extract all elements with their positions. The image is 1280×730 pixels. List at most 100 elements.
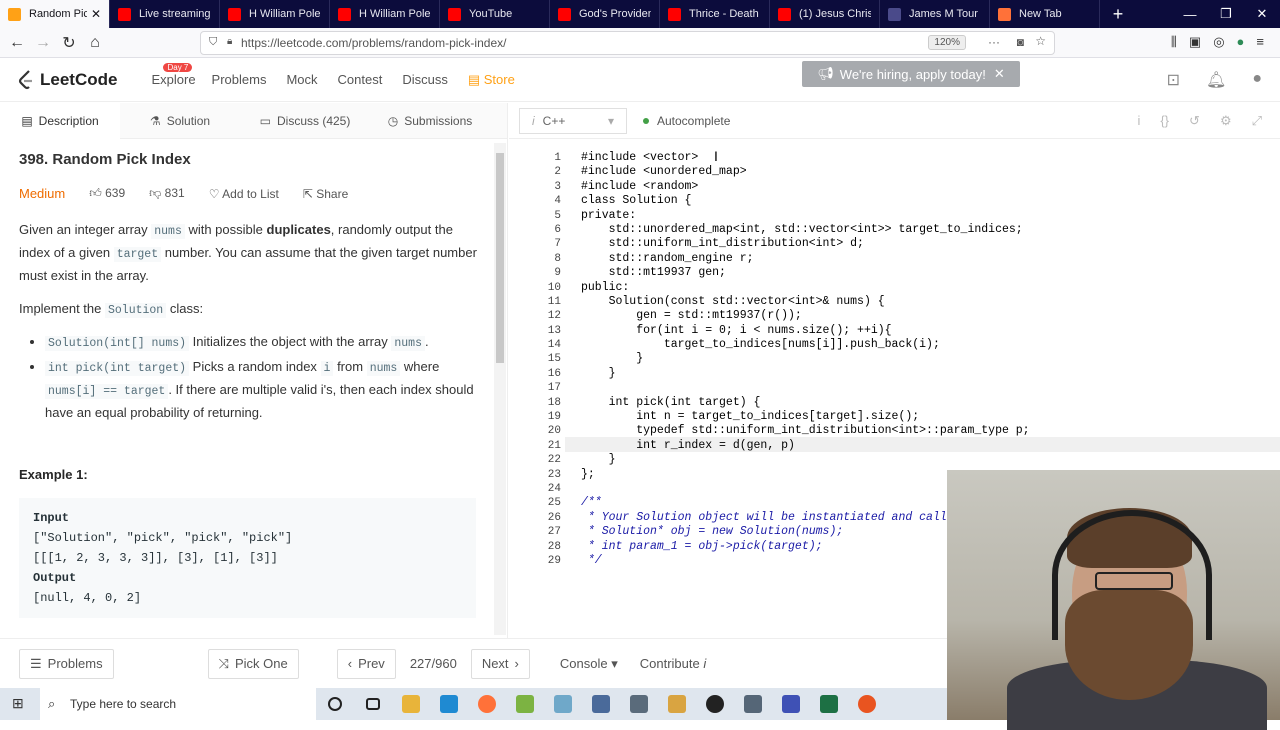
- restore-icon[interactable]: ❐: [1208, 0, 1244, 28]
- code-line[interactable]: #include <vector>: [581, 151, 1030, 165]
- dislike-button[interactable]: 👎︎ 831: [149, 186, 185, 201]
- home-icon[interactable]: ⌂: [82, 34, 108, 52]
- code-line[interactable]: }: [581, 352, 1030, 366]
- code-line[interactable]: int n = target_to_indices[target].size()…: [581, 410, 1030, 424]
- nav-store[interactable]: ▤ Store: [468, 72, 515, 88]
- playground-icon[interactable]: ⊡: [1167, 70, 1180, 90]
- code-line[interactable]: std::uniform_int_distribution<int> d;: [581, 237, 1030, 251]
- code-line[interactable]: typedef std::uniform_int_distribution<in…: [581, 424, 1029, 438]
- browser-tab[interactable]: Random Pick In ✕: [0, 0, 110, 28]
- browser-tab[interactable]: New Tab: [990, 0, 1100, 28]
- user-avatar-icon[interactable]: ●: [1252, 70, 1262, 90]
- calculator-icon[interactable]: [620, 688, 658, 720]
- code-line[interactable]: for(int i = 0; i < nums.size(); ++i){: [581, 324, 1030, 338]
- code-line[interactable]: gen = std::mt19937(r());: [581, 309, 1030, 323]
- code-line[interactable]: target_to_indices[nums[i]].push_back(i);: [581, 338, 1030, 352]
- browser-tab[interactable]: H William Polenz: [330, 0, 440, 28]
- nav-problems[interactable]: Problems: [212, 72, 267, 87]
- paint-icon[interactable]: [582, 688, 620, 720]
- sidebar-icon[interactable]: ▣: [1189, 34, 1201, 50]
- hiring-banner[interactable]: 📢︎ We're hiring, apply today! ✕: [802, 61, 1020, 87]
- browser-tab[interactable]: H William Polenz: [220, 0, 330, 28]
- prev-button[interactable]: ‹ Prev: [336, 648, 396, 679]
- browser-tab[interactable]: YouTube: [440, 0, 550, 28]
- minimize-icon[interactable]: —: [1172, 0, 1208, 28]
- info-icon[interactable]: i: [1137, 113, 1140, 129]
- reload-icon[interactable]: ↻: [56, 33, 82, 53]
- account-icon[interactable]: ◎: [1213, 34, 1224, 50]
- code-line[interactable]: #include <random>: [581, 180, 1030, 194]
- bookmark-star-icon[interactable]: ☆: [1035, 34, 1046, 48]
- ubuntu-icon[interactable]: [848, 688, 886, 720]
- browser-tab[interactable]: God's Providence: [550, 0, 660, 28]
- menu-icon[interactable]: ≡: [1256, 34, 1264, 50]
- vscode-icon[interactable]: [430, 688, 468, 720]
- code-line[interactable]: int pick(int target) {: [581, 396, 1030, 410]
- nav-discuss[interactable]: Discuss: [402, 72, 448, 87]
- close-tab-icon[interactable]: ✕: [91, 7, 101, 21]
- code-line[interactable]: int r_index = d(gen, p): [581, 439, 1030, 453]
- library-icon[interactable]: ⫼: [1171, 34, 1177, 50]
- code-line[interactable]: std::random_engine r;: [581, 252, 1030, 266]
- language-select[interactable]: i C++ ▾: [519, 107, 627, 134]
- code-line[interactable]: public:: [581, 281, 1030, 295]
- nav-contest[interactable]: Contest: [338, 72, 383, 87]
- browser-tab[interactable]: (1) Jesus Christ &: [770, 0, 880, 28]
- code-line[interactable]: }: [581, 367, 1030, 381]
- close-icon[interactable]: ✕: [1244, 0, 1280, 28]
- code-line[interactable]: }: [581, 453, 1030, 467]
- pick-one-button[interactable]: ⤨ Pick One: [207, 648, 299, 679]
- next-button[interactable]: Next ›: [470, 648, 530, 679]
- file-explorer-icon[interactable]: [392, 688, 430, 720]
- close-icon[interactable]: ✕: [994, 66, 1005, 82]
- app-icon[interactable]: [658, 688, 696, 720]
- like-button[interactable]: 👍︎ 639: [89, 186, 125, 201]
- autocomplete-toggle[interactable]: Autocomplete: [643, 114, 730, 128]
- description-scrollbar[interactable]: [494, 143, 506, 635]
- excel-icon[interactable]: [810, 688, 848, 720]
- code-line[interactable]: std::unordered_map<int, std::vector<int>…: [581, 223, 1030, 237]
- problems-button[interactable]: ☰ Problems: [19, 648, 114, 679]
- zoom-level[interactable]: 120%: [928, 35, 966, 50]
- notification-bell-icon[interactable]: 🔔︎: [1206, 70, 1226, 90]
- braces-icon[interactable]: {}: [1160, 113, 1169, 129]
- browser-tab[interactable]: James M Tour Group: [880, 0, 990, 28]
- extension-icon[interactable]: ●: [1237, 34, 1245, 50]
- add-to-list-button[interactable]: ♡ Add to List: [209, 187, 279, 201]
- url-bar[interactable]: ⛉ 🔒︎ https://leetcode.com/problems/rando…: [200, 31, 1055, 55]
- forward-icon[interactable]: →: [30, 34, 56, 52]
- leetcode-logo[interactable]: LeetCode: [18, 70, 117, 90]
- nav-explore[interactable]: Explore Day 7: [151, 63, 196, 87]
- app-icon[interactable]: [544, 688, 582, 720]
- github-icon[interactable]: [696, 688, 734, 720]
- code-line[interactable]: class Solution {: [581, 194, 1030, 208]
- tab-submissions[interactable]: ◷ Submissions: [370, 103, 490, 139]
- taskbar-search[interactable]: ⌕ Type here to search: [40, 688, 316, 720]
- code-line[interactable]: [581, 381, 1030, 395]
- tab-solution[interactable]: ⚗ Solution: [120, 103, 240, 139]
- reset-icon[interactable]: ↺: [1189, 113, 1200, 129]
- pocket-icon[interactable]: ◙: [1017, 35, 1024, 49]
- browser-tab[interactable]: Thrice - Death Fro: [660, 0, 770, 28]
- settings-gear-icon[interactable]: ⚙: [1220, 113, 1232, 129]
- more-icon[interactable]: ···: [988, 35, 1000, 49]
- console-button[interactable]: Console ▾: [560, 656, 618, 672]
- firefox-icon[interactable]: [468, 688, 506, 720]
- windows-start-icon[interactable]: ⊞: [12, 695, 24, 712]
- code-line[interactable]: private:: [581, 209, 1030, 223]
- code-line[interactable]: std::mt19937 gen;: [581, 266, 1030, 280]
- task-view-icon[interactable]: [354, 688, 392, 720]
- share-button[interactable]: ⇱ Share: [303, 187, 348, 201]
- back-icon[interactable]: ←: [4, 34, 30, 52]
- notepad-icon[interactable]: [506, 688, 544, 720]
- tab-description[interactable]: ▤ Description: [0, 102, 120, 139]
- app-icon[interactable]: [772, 688, 810, 720]
- contribute-button[interactable]: Contribute i: [640, 656, 707, 671]
- browser-tab[interactable]: Live streaming - Y: [110, 0, 220, 28]
- nav-mock[interactable]: Mock: [286, 72, 317, 87]
- fullscreen-icon[interactable]: ⤢: [1252, 113, 1262, 129]
- code-line[interactable]: Solution(const std::vector<int>& nums) {: [581, 295, 1030, 309]
- tab-discuss[interactable]: ▭ Discuss (425): [240, 103, 370, 139]
- new-tab-button[interactable]: +: [1100, 0, 1136, 28]
- code-line[interactable]: #include <unordered_map>: [581, 165, 1030, 179]
